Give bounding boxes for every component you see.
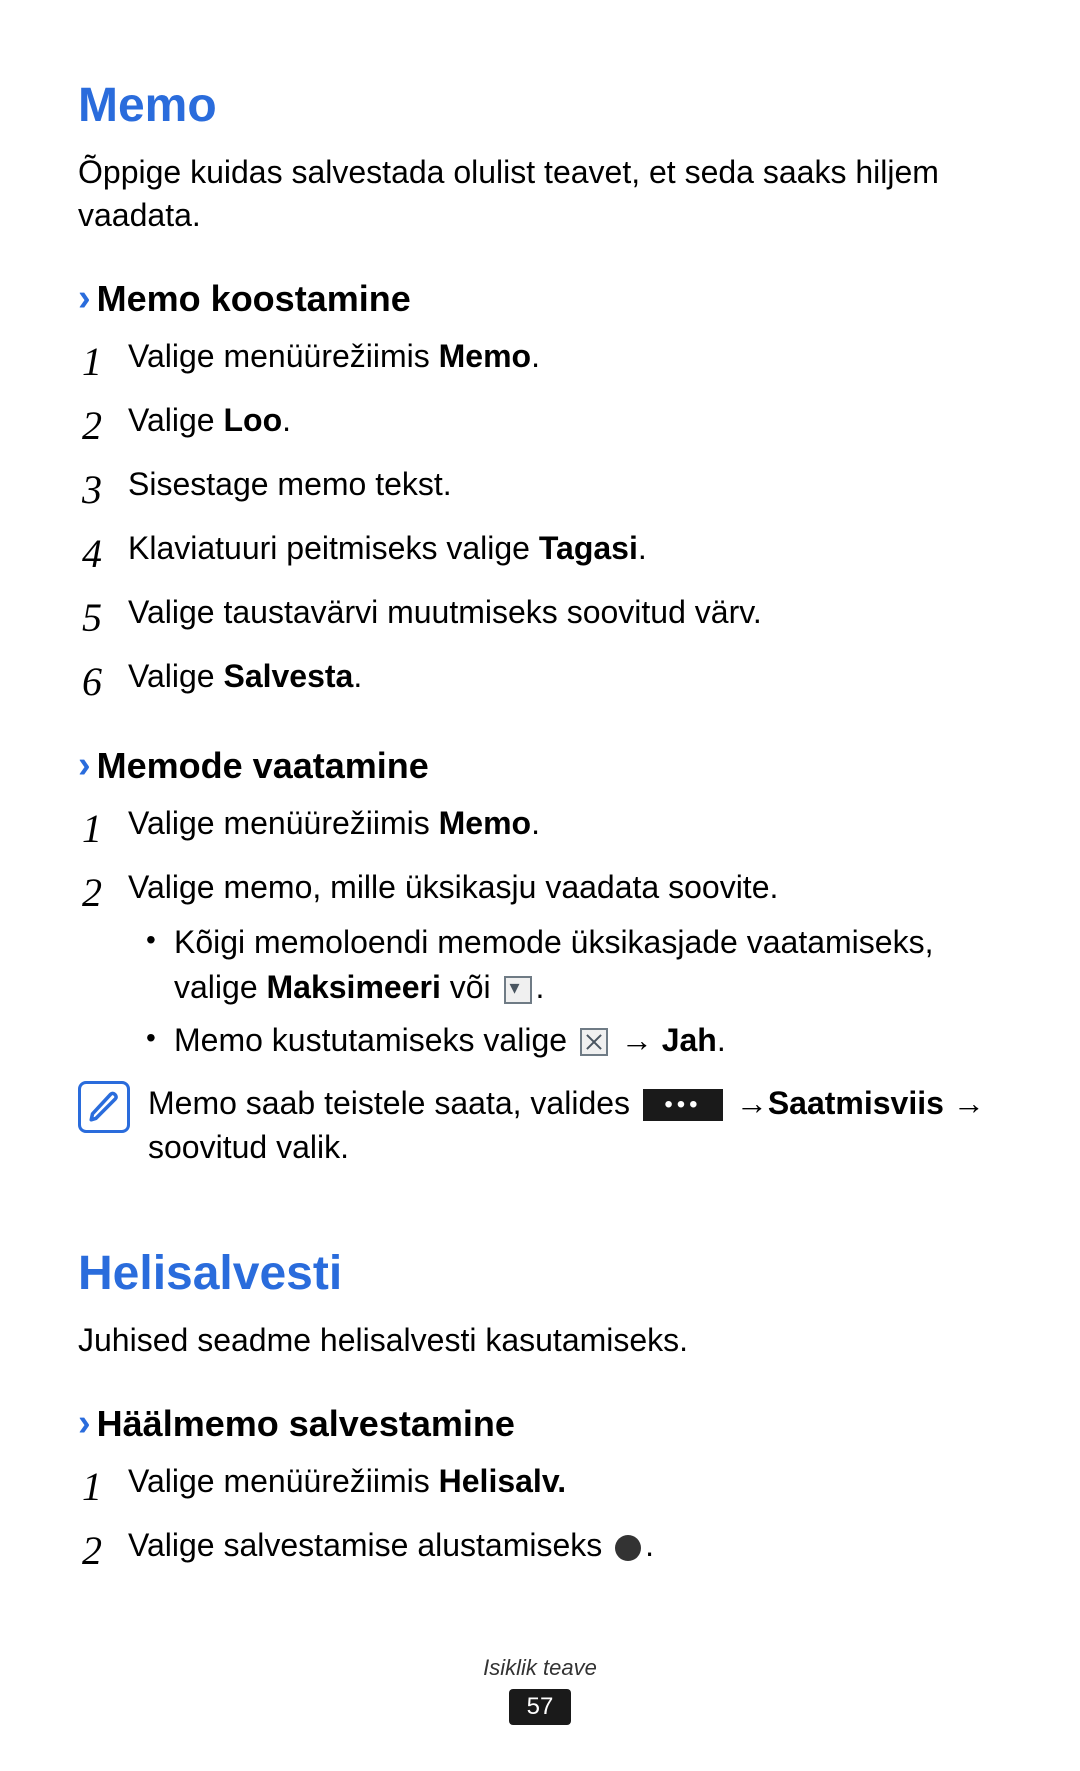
step-number: 2 [78,398,128,454]
steps-list: 1 Valige menüürežiimis Memo. 2 Valige Lo… [78,334,1002,710]
step-number: 4 [78,526,128,582]
footer: Isiklik teave 57 [0,1655,1080,1725]
memo-intro: Õppige kuidas salvestada olulist teavet,… [78,151,1002,237]
subheading-text: Memode vaatamine [97,745,429,787]
step-number: 3 [78,462,128,518]
step-text: Valige menüürežiimis Helisalv. [128,1459,1002,1504]
step-number: 2 [78,1523,128,1579]
step-text: Valige memo, mille üksikasju vaadata soo… [128,865,1002,1070]
step: 6 Valige Salvesta. [78,654,1002,710]
more-dots-icon: ••• [643,1089,723,1121]
section-memo-create: › Memo koostamine 1 Valige menüürežiimis… [78,277,1002,710]
subheading: › Memo koostamine [78,277,1002,320]
step: 1 Valige menüürežiimis Helisalv. [78,1459,1002,1515]
note-text: Memo saab teistele saata, valides ••• →S… [148,1081,1002,1171]
step: 1 Valige menüürežiimis Memo. [78,801,1002,857]
step-number: 5 [78,590,128,646]
step: 4 Klaviatuuri peitmiseks valige Tagasi. [78,526,1002,582]
chevron-icon: › [78,277,91,320]
step-text: Valige taustavärvi muutmiseks soovitud v… [128,590,1002,635]
note-icon [78,1081,130,1133]
section-voice-record: › Häälmemo salvestamine 1 Valige menüüre… [78,1402,1002,1579]
step-text: Valige menüürežiimis Memo. [128,801,1002,846]
step: 5 Valige taustavärvi muutmiseks soovitud… [78,590,1002,646]
bullet-item: • Kõigi memoloendi memode üksikasjade va… [128,920,1002,1010]
chevron-icon: › [78,1402,91,1445]
heading-memo: Memo [78,78,1002,133]
step-number: 6 [78,654,128,710]
page: Memo Õppige kuidas salvestada olulist te… [0,0,1080,1771]
step-text: Valige menüürežiimis Memo. [128,334,1002,379]
step-text: Valige Loo. [128,398,1002,443]
footer-label: Isiklik teave [0,1655,1080,1681]
bullet-item: • Memo kustutamiseks valige → Jah. [128,1018,1002,1063]
step: 2 Valige Loo. [78,398,1002,454]
step-number: 1 [78,801,128,857]
steps-list: 1 Valige menüürežiimis Helisalv. 2 Valig… [78,1459,1002,1579]
record-icon [615,1535,641,1561]
step-text: Klaviatuuri peitmiseks valige Tagasi. [128,526,1002,571]
step: 1 Valige menüürežiimis Memo. [78,334,1002,390]
step: 2 Valige memo, mille üksikasju vaadata s… [78,865,1002,1070]
bullet-text: Memo kustutamiseks valige → Jah. [174,1018,1002,1063]
step-text: Sisestage memo tekst. [128,462,1002,507]
page-number: 57 [509,1689,572,1725]
expand-icon [504,976,532,1004]
steps-list: 1 Valige menüürežiimis Memo. 2 Valige me… [78,801,1002,1070]
step-text: Valige Salvesta. [128,654,1002,699]
step: 3 Sisestage memo tekst. [78,462,1002,518]
bullet-icon: • [146,1018,174,1057]
recorder-intro: Juhised seadme helisalvesti kasutamiseks… [78,1319,1002,1362]
bullets: • Kõigi memoloendi memode üksikasjade va… [128,920,1002,1062]
subheading-text: Memo koostamine [97,278,411,320]
step: 2 Valige salvestamise alustamiseks . [78,1523,1002,1579]
step-number: 1 [78,1459,128,1515]
delete-icon [580,1028,608,1056]
chevron-icon: › [78,744,91,787]
step-text: Valige salvestamise alustamiseks . [128,1523,1002,1568]
section-memo-view: › Memode vaatamine 1 Valige menüürežiimi… [78,744,1002,1170]
step-number: 2 [78,865,128,921]
step-number: 1 [78,334,128,390]
note: Memo saab teistele saata, valides ••• →S… [78,1081,1002,1171]
bullet-text: Kõigi memoloendi memode üksikasjade vaat… [174,920,1002,1010]
heading-recorder: Helisalvesti [78,1246,1002,1301]
subheading: › Häälmemo salvestamine [78,1402,1002,1445]
subheading-text: Häälmemo salvestamine [97,1403,515,1445]
bullet-icon: • [146,920,174,959]
subheading: › Memode vaatamine [78,744,1002,787]
